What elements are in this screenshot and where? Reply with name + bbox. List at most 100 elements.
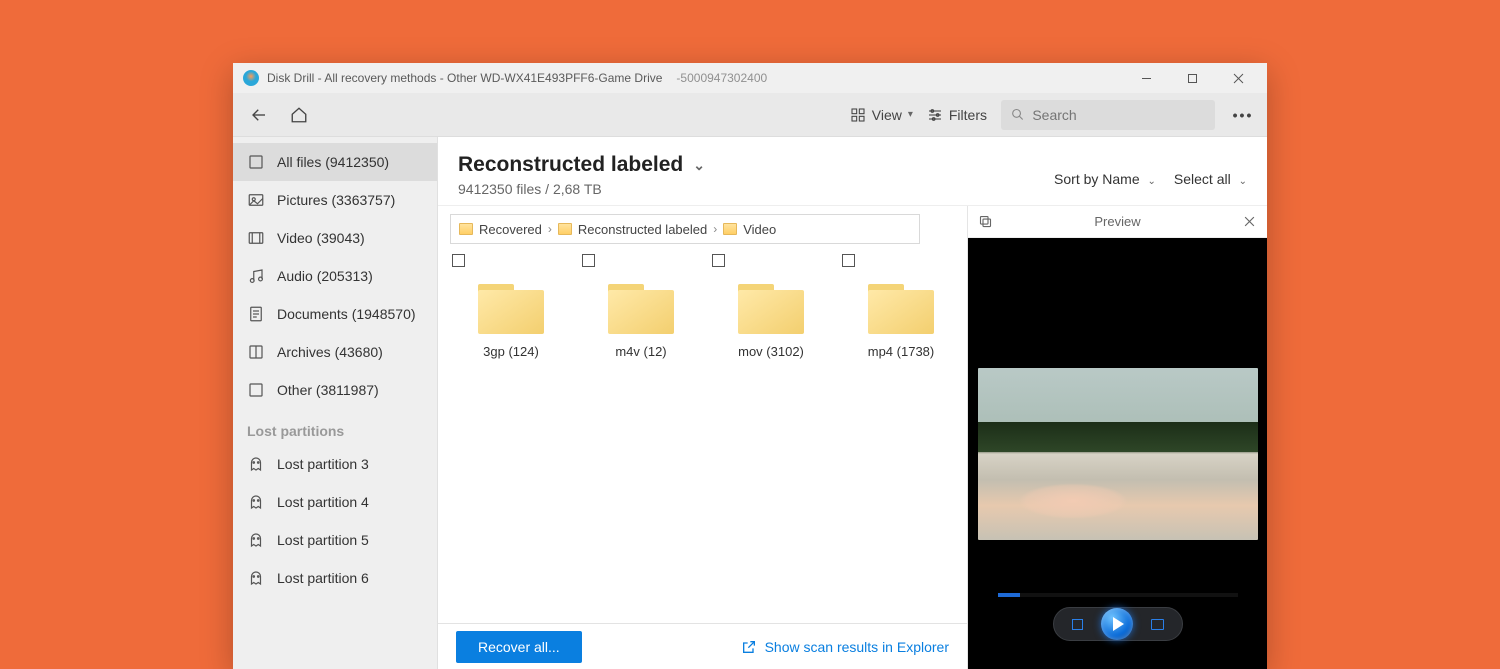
search-icon bbox=[1011, 107, 1024, 122]
search-box[interactable] bbox=[1001, 100, 1215, 130]
sidebar-item-lost-partition-6[interactable]: Lost partition 6 bbox=[233, 559, 437, 597]
sidebar-item-label: Lost partition 5 bbox=[277, 532, 369, 548]
ghost-icon bbox=[247, 569, 265, 587]
folder-icon bbox=[723, 223, 737, 235]
folder-item[interactable]: 3gp (124) bbox=[446, 250, 576, 390]
app-icon bbox=[243, 70, 259, 86]
stop-button[interactable] bbox=[1072, 619, 1083, 630]
folder-name: 3gp (124) bbox=[446, 344, 576, 359]
folder-icon bbox=[868, 280, 934, 334]
sidebar-item-label: Other (3811987) bbox=[277, 382, 379, 398]
chevron-right-icon: › bbox=[713, 222, 717, 236]
folder-name: mov (3102) bbox=[706, 344, 836, 359]
sidebar-item-lost-partition-4[interactable]: Lost partition 4 bbox=[233, 483, 437, 521]
show-in-explorer-link[interactable]: Show scan results in Explorer bbox=[741, 639, 949, 655]
video-icon bbox=[247, 229, 265, 247]
sidebar-item-audio[interactable]: Audio (205313) bbox=[233, 257, 437, 295]
toolbar: View ▾ Filters ••• bbox=[233, 93, 1267, 137]
breadcrumb-item[interactable]: Recovered bbox=[479, 222, 542, 237]
close-icon[interactable] bbox=[1242, 214, 1257, 229]
preview-header: Preview bbox=[968, 206, 1267, 238]
sidebar: All files (9412350) Pictures (3363757) V… bbox=[233, 137, 438, 669]
video-progress[interactable] bbox=[998, 593, 1238, 597]
pictures-icon bbox=[247, 191, 265, 209]
more-button[interactable]: ••• bbox=[1229, 107, 1257, 123]
fullscreen-button[interactable] bbox=[1151, 619, 1164, 630]
window-subtitle: -5000947302400 bbox=[676, 71, 767, 85]
explorer-link-label: Show scan results in Explorer bbox=[765, 639, 949, 655]
sidebar-item-pictures[interactable]: Pictures (3363757) bbox=[233, 181, 437, 219]
main-header: Reconstructed labeled ⌄ 9412350 files / … bbox=[438, 137, 1267, 205]
video-control-bar bbox=[1053, 607, 1183, 641]
checkbox[interactable] bbox=[712, 254, 725, 267]
breadcrumb-item[interactable]: Reconstructed labeled bbox=[578, 222, 707, 237]
folder-item[interactable]: mov (3102) bbox=[706, 250, 836, 390]
ghost-icon bbox=[247, 455, 265, 473]
preview-title: Preview bbox=[993, 214, 1242, 229]
view-dropdown[interactable]: View ▾ bbox=[850, 107, 913, 123]
sidebar-item-label: Audio (205313) bbox=[277, 268, 373, 284]
archives-icon bbox=[247, 343, 265, 361]
files-icon bbox=[247, 153, 265, 171]
audio-icon bbox=[247, 267, 265, 285]
chevron-right-icon: › bbox=[548, 222, 552, 236]
view-label: View bbox=[872, 107, 902, 123]
other-icon bbox=[247, 381, 265, 399]
folder-icon bbox=[738, 280, 804, 334]
sidebar-item-lost-partition-5[interactable]: Lost partition 5 bbox=[233, 521, 437, 559]
preview-panel: Preview bbox=[967, 206, 1267, 669]
documents-icon bbox=[247, 305, 265, 323]
sidebar-item-label: Lost partition 4 bbox=[277, 494, 369, 510]
sidebar-item-other[interactable]: Other (3811987) bbox=[233, 371, 437, 409]
video-thumbnail bbox=[978, 368, 1258, 540]
chevron-down-icon[interactable]: ⌄ bbox=[693, 157, 705, 174]
home-button[interactable] bbox=[283, 99, 315, 131]
sidebar-item-lost-partition-3[interactable]: Lost partition 3 bbox=[233, 445, 437, 483]
sidebar-item-label: Video (39043) bbox=[277, 230, 365, 246]
folder-icon bbox=[459, 223, 473, 235]
grid-view-icon bbox=[850, 107, 866, 123]
maximize-button[interactable] bbox=[1169, 63, 1215, 93]
sidebar-item-archives[interactable]: Archives (43680) bbox=[233, 333, 437, 371]
breadcrumb[interactable]: Recovered › Reconstructed labeled › Vide… bbox=[450, 214, 920, 244]
title-bar: Disk Drill - All recovery methods - Othe… bbox=[233, 63, 1267, 93]
preview-body bbox=[968, 238, 1267, 669]
sidebar-item-label: Lost partition 3 bbox=[277, 456, 369, 472]
sort-dropdown[interactable]: Sort by Name ⌄ bbox=[1054, 171, 1156, 187]
body: All files (9412350) Pictures (3363757) V… bbox=[233, 137, 1267, 669]
recover-all-button[interactable]: Recover all... bbox=[456, 631, 582, 663]
folder-icon bbox=[478, 280, 544, 334]
folder-item[interactable]: mp4 (1738) bbox=[836, 250, 966, 390]
sidebar-item-documents[interactable]: Documents (1948570) bbox=[233, 295, 437, 333]
sidebar-item-label: Pictures (3363757) bbox=[277, 192, 395, 208]
folder-item[interactable]: m4v (12) bbox=[576, 250, 706, 390]
sidebar-item-label: Lost partition 6 bbox=[277, 570, 369, 586]
filters-button[interactable]: Filters bbox=[927, 107, 987, 123]
folder-name: m4v (12) bbox=[576, 344, 706, 359]
copy-icon[interactable] bbox=[978, 214, 993, 229]
folder-icon bbox=[558, 223, 572, 235]
sidebar-item-label: All files (9412350) bbox=[277, 154, 389, 170]
search-input[interactable] bbox=[1032, 107, 1205, 123]
chevron-down-icon: ⌄ bbox=[1239, 176, 1247, 187]
external-link-icon bbox=[741, 639, 757, 655]
sidebar-item-all-files[interactable]: All files (9412350) bbox=[233, 143, 437, 181]
bottom-bar: Recover all... Show scan results in Expl… bbox=[438, 623, 967, 669]
sidebar-section-lost: Lost partitions bbox=[233, 409, 437, 445]
filters-label: Filters bbox=[949, 107, 987, 123]
play-button[interactable] bbox=[1101, 608, 1133, 640]
filters-icon bbox=[927, 107, 943, 123]
chevron-down-icon: ▾ bbox=[908, 109, 913, 120]
sidebar-item-label: Archives (43680) bbox=[277, 344, 383, 360]
checkbox[interactable] bbox=[582, 254, 595, 267]
checkbox[interactable] bbox=[452, 254, 465, 267]
breadcrumb-item[interactable]: Video bbox=[743, 222, 776, 237]
sidebar-item-label: Documents (1948570) bbox=[277, 306, 416, 322]
page-title: Reconstructed labeled bbox=[458, 153, 683, 177]
close-button[interactable] bbox=[1215, 63, 1261, 93]
back-button[interactable] bbox=[243, 99, 275, 131]
select-all-dropdown[interactable]: Select all ⌄ bbox=[1174, 171, 1247, 187]
sidebar-item-video[interactable]: Video (39043) bbox=[233, 219, 437, 257]
checkbox[interactable] bbox=[842, 254, 855, 267]
minimize-button[interactable] bbox=[1123, 63, 1169, 93]
